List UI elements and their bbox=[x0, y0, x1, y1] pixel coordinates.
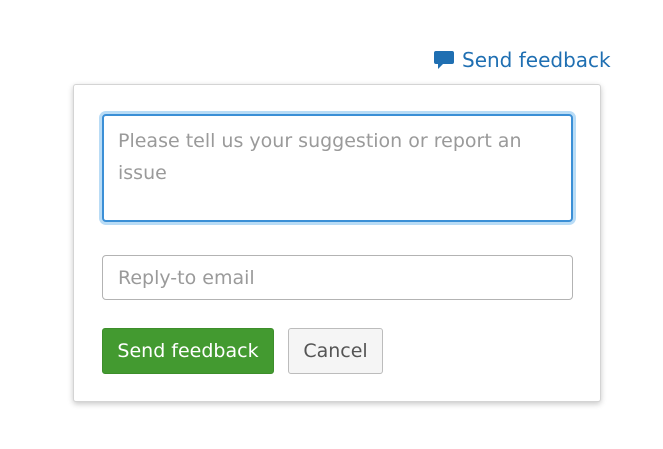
send-feedback-button[interactable]: Send feedback bbox=[102, 328, 274, 374]
send-feedback-link-label: Send feedback bbox=[462, 48, 611, 72]
cancel-button[interactable]: Cancel bbox=[288, 328, 383, 374]
feedback-message-input[interactable] bbox=[102, 114, 573, 222]
send-feedback-link[interactable]: Send feedback bbox=[433, 48, 611, 72]
feedback-panel: Send feedback Cancel bbox=[73, 84, 601, 402]
reply-to-email-input[interactable] bbox=[102, 255, 573, 300]
feedback-page: Send feedback Send feedback Cancel bbox=[0, 0, 663, 449]
speech-bubble-icon bbox=[433, 49, 455, 71]
